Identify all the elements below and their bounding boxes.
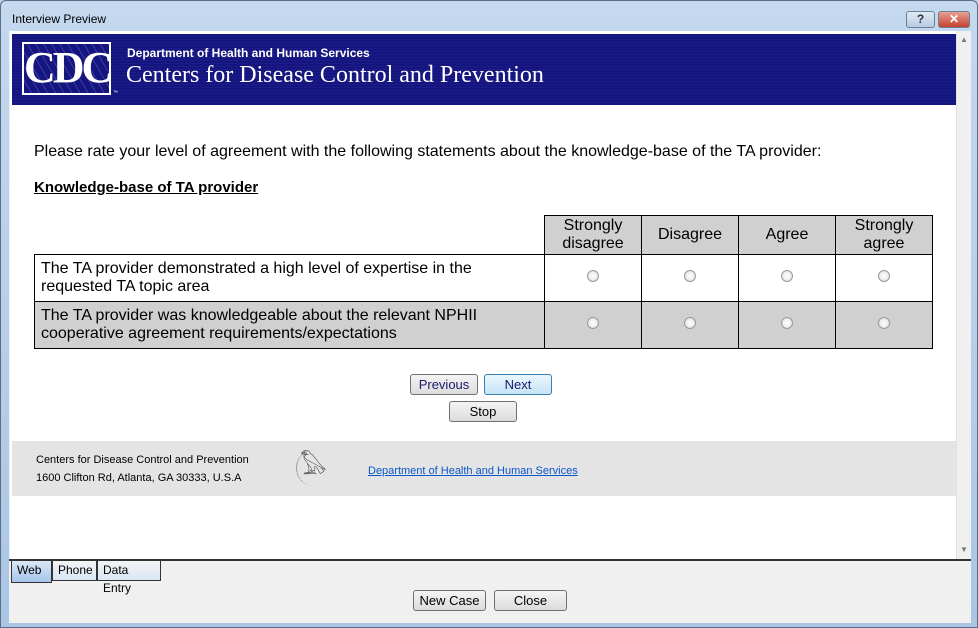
new-case-button[interactable]: New Case: [413, 590, 486, 611]
close-window-button[interactable]: ✕: [938, 11, 970, 28]
cdc-logo: CDC: [22, 42, 113, 95]
table-row: The TA provider was knowledgeable about …: [34, 301, 933, 349]
web-view: CDC ™ Department of Health and Human Ser…: [10, 31, 956, 559]
client-area: CDC ™ Department of Health and Human Ser…: [9, 31, 971, 623]
next-button[interactable]: Next: [484, 374, 552, 395]
scroll-down-icon[interactable]: ▼: [960, 545, 968, 554]
rating-grid: Strongly disagree Disagree Agree Strongl…: [34, 215, 933, 349]
tab-phone[interactable]: Phone: [52, 561, 97, 581]
section-heading: Knowledge-base of TA provider: [34, 179, 259, 196]
footer-org: Centers for Disease Control and Preventi…: [36, 454, 249, 466]
window-title: Interview Preview: [12, 12, 107, 26]
previous-button[interactable]: Previous: [410, 374, 478, 395]
banner-name: Centers for Disease Control and Preventi…: [126, 62, 544, 88]
column-header: Strongly agree: [835, 215, 933, 255]
tab-web[interactable]: Web: [11, 561, 52, 583]
footer: Centers for Disease Control and Preventi…: [12, 441, 956, 496]
radio-agree[interactable]: [781, 270, 793, 282]
trademark: ™: [113, 90, 118, 96]
footer-address: 1600 Clifton Rd, Atlanta, GA 30333, U.S.…: [36, 472, 242, 484]
banner-dept: Department of Health and Human Services: [127, 46, 370, 60]
vertical-scrollbar[interactable]: ▲ ▼: [956, 31, 971, 559]
help-button[interactable]: ?: [906, 11, 935, 28]
tab-data-entry[interactable]: Data Entry: [97, 561, 161, 595]
corner-cell: [35, 216, 545, 255]
radio-strongly-disagree[interactable]: [587, 270, 599, 282]
stop-button[interactable]: Stop: [449, 401, 517, 422]
cdc-banner: CDC ™ Department of Health and Human Ser…: [12, 34, 956, 105]
statement: The TA provider demonstrated a high leve…: [34, 254, 545, 302]
radio-disagree[interactable]: [684, 270, 696, 282]
question-text: Please rate your level of agreement with…: [34, 143, 822, 160]
radio-strongly-agree[interactable]: [878, 317, 890, 329]
scroll-up-icon[interactable]: ▲: [960, 35, 968, 44]
radio-agree[interactable]: [781, 317, 793, 329]
column-header: Disagree: [641, 215, 739, 255]
radio-strongly-agree[interactable]: [878, 270, 890, 282]
table-row: The TA provider demonstrated a high leve…: [34, 254, 933, 302]
window: Interview Preview ? ✕ CDC ™ Department o…: [0, 0, 978, 628]
radio-strongly-disagree[interactable]: [587, 317, 599, 329]
column-header: Strongly disagree: [544, 215, 642, 255]
statement: The TA provider was knowledgeable about …: [34, 301, 545, 349]
column-header: Agree: [738, 215, 836, 255]
hhs-link[interactable]: Department of Health and Human Services: [368, 465, 578, 477]
hhs-eagle-icon: 𓅃: [296, 450, 330, 486]
close-button[interactable]: Close: [494, 590, 567, 611]
radio-disagree[interactable]: [684, 317, 696, 329]
